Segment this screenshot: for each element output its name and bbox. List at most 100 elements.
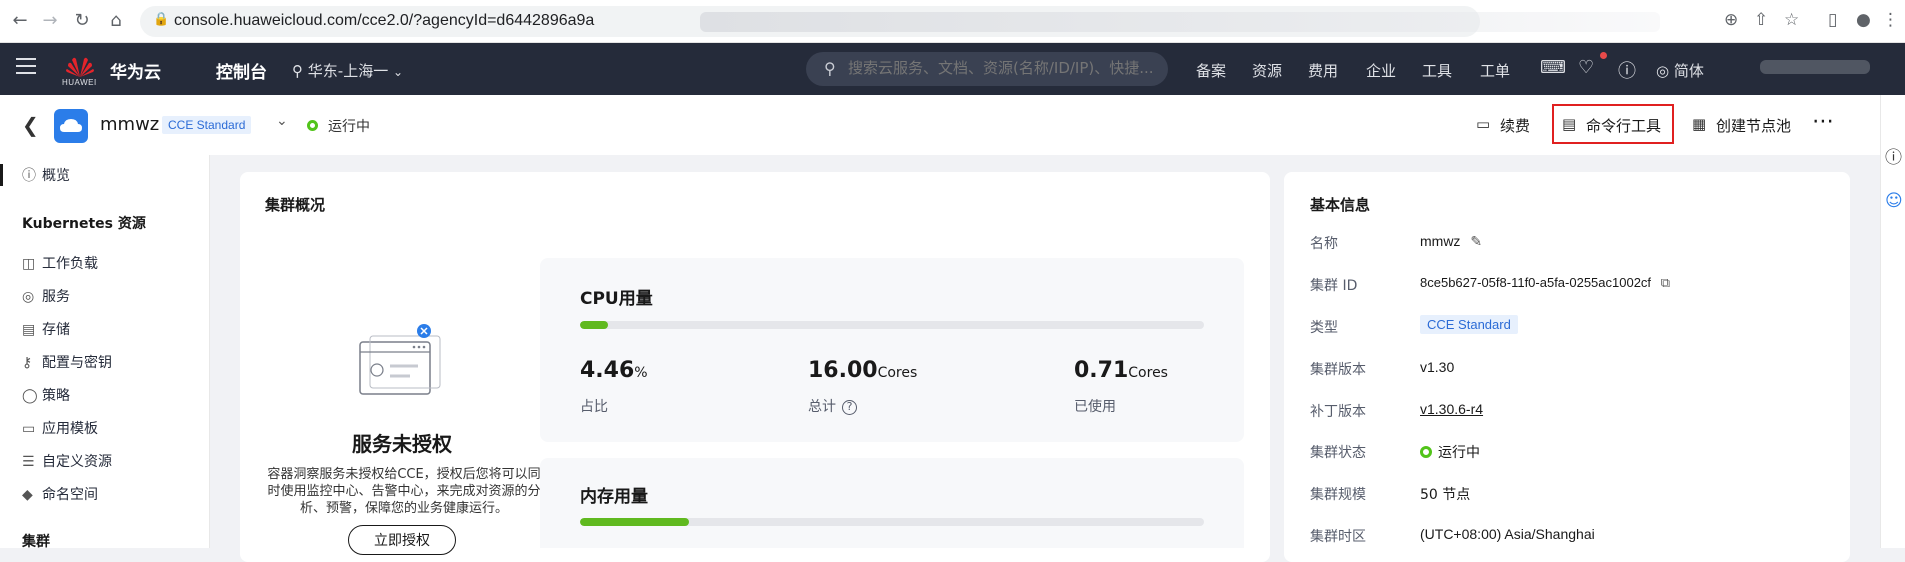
cluster-header: ❮ mmwz CCE Standard ⌄ 运行中 ▭ 续费 ▤ 命令行工具 ▦… <box>0 95 1880 155</box>
node-pool-icon: ▦ <box>1692 115 1707 133</box>
cpu-used-label: 已使用 <box>1074 399 1116 415</box>
more-actions-icon[interactable]: ⋯ <box>1812 109 1835 134</box>
sidebar-item-label: 服务 <box>42 289 70 305</box>
brand-name[interactable]: 华为云 <box>110 58 161 83</box>
bell-icon[interactable]: ♡ <box>1578 57 1594 78</box>
authorize-now-button[interactable]: 立即授权 <box>348 525 456 555</box>
home-icon[interactable]: ⌂ <box>104 9 128 33</box>
redacted-account-region <box>1760 60 1870 74</box>
topnav-link-resources[interactable]: 资源 <box>1252 60 1282 81</box>
region-selector[interactable]: ⚲ 华东-上海一 ⌄ <box>292 60 403 81</box>
zoom-icon[interactable]: ⊕ <box>1724 10 1738 30</box>
sidebar-item-custom-resources[interactable]: ☰ 自定义资源 <box>22 451 112 471</box>
sidebar-item-label: 概览 <box>42 168 70 184</box>
help-float-icon[interactable]: ⓘ <box>1885 143 1902 168</box>
basic-info-title: 基本信息 <box>1310 196 1371 214</box>
chevron-down-icon: ⌄ <box>392 65 404 79</box>
info-label-name: 名称 <box>1310 236 1338 252</box>
info-value-scale: 50 节点 <box>1420 487 1471 503</box>
forward-arrow-icon[interactable]: → <box>38 9 62 33</box>
notification-dot <box>1600 52 1607 59</box>
global-search-input[interactable] <box>848 59 1158 77</box>
sidebar-item-overview[interactable]: ⓘ 概览 <box>22 165 70 185</box>
sidepanel-icon[interactable]: ▯ <box>1828 10 1837 30</box>
global-search[interactable]: ⚲ <box>806 52 1168 86</box>
cpu-total-value: 16.00Cores <box>808 358 918 383</box>
unauthorized-illustration-icon <box>359 324 441 395</box>
console-link[interactable]: 控制台 <box>216 58 267 83</box>
profile-icon[interactable]: ● <box>1856 10 1871 30</box>
cube-icon: ◆ <box>22 487 33 503</box>
basic-info-card <box>1284 172 1850 562</box>
share-icon[interactable]: ⇧ <box>1754 10 1768 30</box>
topnav-link-filing[interactable]: 备案 <box>1196 60 1226 81</box>
menu-hamburger-icon[interactable] <box>16 58 36 74</box>
address-bar[interactable]: 🔒 console.huaweicloud.com/cce2.0/?agency… <box>140 6 1660 37</box>
sidebar-item-templates[interactable]: ▭ 应用模板 <box>22 418 98 438</box>
back-chevron-icon[interactable]: ❮ <box>22 113 39 137</box>
unauthorized-title: 服务未授权 <box>352 432 452 456</box>
cluster-sidebar: ⓘ 概览 Kubernetes 资源 ◫ 工作负载 ◎ 服务 ▤ 存储 ⚷ 配置与密钥 ◯… <box>0 155 210 550</box>
memory-usage-panel: 内存用量 <box>540 458 1244 548</box>
create-node-pool-button[interactable]: 创建节点池 <box>1716 115 1791 136</box>
cluster-edition-tag: CCE Standard <box>162 116 252 134</box>
back-arrow-icon[interactable]: ← <box>8 9 32 33</box>
cpu-ratio-value: 4.46% <box>580 358 648 383</box>
cluster-name: mmwz <box>100 114 160 135</box>
reload-icon[interactable]: ↻ <box>70 9 94 33</box>
topnav-link-enterprise[interactable]: 企业 <box>1366 60 1396 81</box>
topnav-link-billing[interactable]: 费用 <box>1308 60 1338 81</box>
cli-tool-button[interactable]: 命令行工具 <box>1586 115 1661 136</box>
cluster-overview-title: 集群概况 <box>265 196 326 214</box>
cpu-usage-title: CPU用量 <box>580 289 653 309</box>
topnav-link-tickets[interactable]: 工单 <box>1480 60 1510 81</box>
language-label: 简体 <box>1673 62 1704 80</box>
sidebar-item-label: 自定义资源 <box>42 454 112 470</box>
cpu-ratio-label: 占比 <box>580 399 608 415</box>
key-icon: ⚷ <box>22 355 33 371</box>
location-pin-icon: ⚲ <box>292 62 303 80</box>
copy-icon[interactable]: ⧉ <box>1661 275 1670 290</box>
region-label: 华东-上海一 <box>307 62 389 80</box>
info-label-version: 集群版本 <box>1310 362 1366 378</box>
info-value-patch-link[interactable]: v1.30.6-r4 <box>1420 401 1483 417</box>
sidebar-item-config-secrets[interactable]: ⚷ 配置与密钥 <box>22 352 112 372</box>
workload-icon: ◫ <box>22 256 36 272</box>
template-icon: ▭ <box>22 421 36 437</box>
storage-icon: ▤ <box>22 322 36 338</box>
language-switch[interactable]: ◎ 简体 <box>1656 60 1704 81</box>
bookmark-star-icon[interactable]: ☆ <box>1784 10 1799 30</box>
browser-menu-icon[interactable]: ⋮ <box>1882 10 1899 30</box>
memory-usage-fill <box>580 518 690 526</box>
help-icon[interactable]: ⓘ <box>1618 57 1636 83</box>
sidebar-item-label: 应用模板 <box>42 421 98 437</box>
terminal-icon: ▤ <box>1562 115 1577 133</box>
sidebar-item-storage[interactable]: ▤ 存储 <box>22 319 70 339</box>
topnav-link-tools[interactable]: 工具 <box>1422 60 1452 81</box>
sidebar-item-label: 策略 <box>42 388 70 404</box>
edit-pencil-icon[interactable]: ✎ <box>1470 233 1482 249</box>
sidebar-item-label: 配置与密钥 <box>42 355 112 371</box>
sidebar-item-policies[interactable]: ◯ 策略 <box>22 385 70 405</box>
cluster-cloud-icon <box>54 109 88 143</box>
feedback-smile-icon[interactable]: ☺ <box>1885 191 1903 211</box>
url-text[interactable]: console.huaweicloud.com/cce2.0/?agencyId… <box>174 12 594 30</box>
info-value-cluster-id: 8ce5b627-05f8-11f0-a5fa-0255ac1002cf ⧉ <box>1420 275 1670 290</box>
sidebar-item-services[interactable]: ◎ 服务 <box>22 286 70 306</box>
renew-button[interactable]: 续费 <box>1500 115 1530 136</box>
bulb-icon: ◯ <box>22 388 38 404</box>
sidebar-item-label: 存储 <box>42 322 70 338</box>
sidebar-item-workloads[interactable]: ◫ 工作负载 <box>22 253 98 273</box>
cluster-switch-chevron-icon[interactable]: ⌄ <box>276 113 288 129</box>
question-icon[interactable]: ? <box>842 400 857 415</box>
sidebar-item-namespaces[interactable]: ◆ 命名空间 <box>22 484 98 504</box>
cpu-usage-bar <box>580 321 1204 329</box>
info-label-scale: 集群规模 <box>1310 487 1366 503</box>
redacted-url-region <box>700 12 1660 32</box>
cloudshell-terminal-icon[interactable]: ⌨ <box>1540 57 1566 78</box>
globe-icon: ◎ <box>22 289 35 305</box>
memory-usage-title: 内存用量 <box>580 487 648 507</box>
info-label-type: 类型 <box>1310 320 1338 336</box>
sidebar-group-cluster: 集群 <box>22 534 50 550</box>
info-label-cluster-id: 集群 ID <box>1310 278 1358 294</box>
